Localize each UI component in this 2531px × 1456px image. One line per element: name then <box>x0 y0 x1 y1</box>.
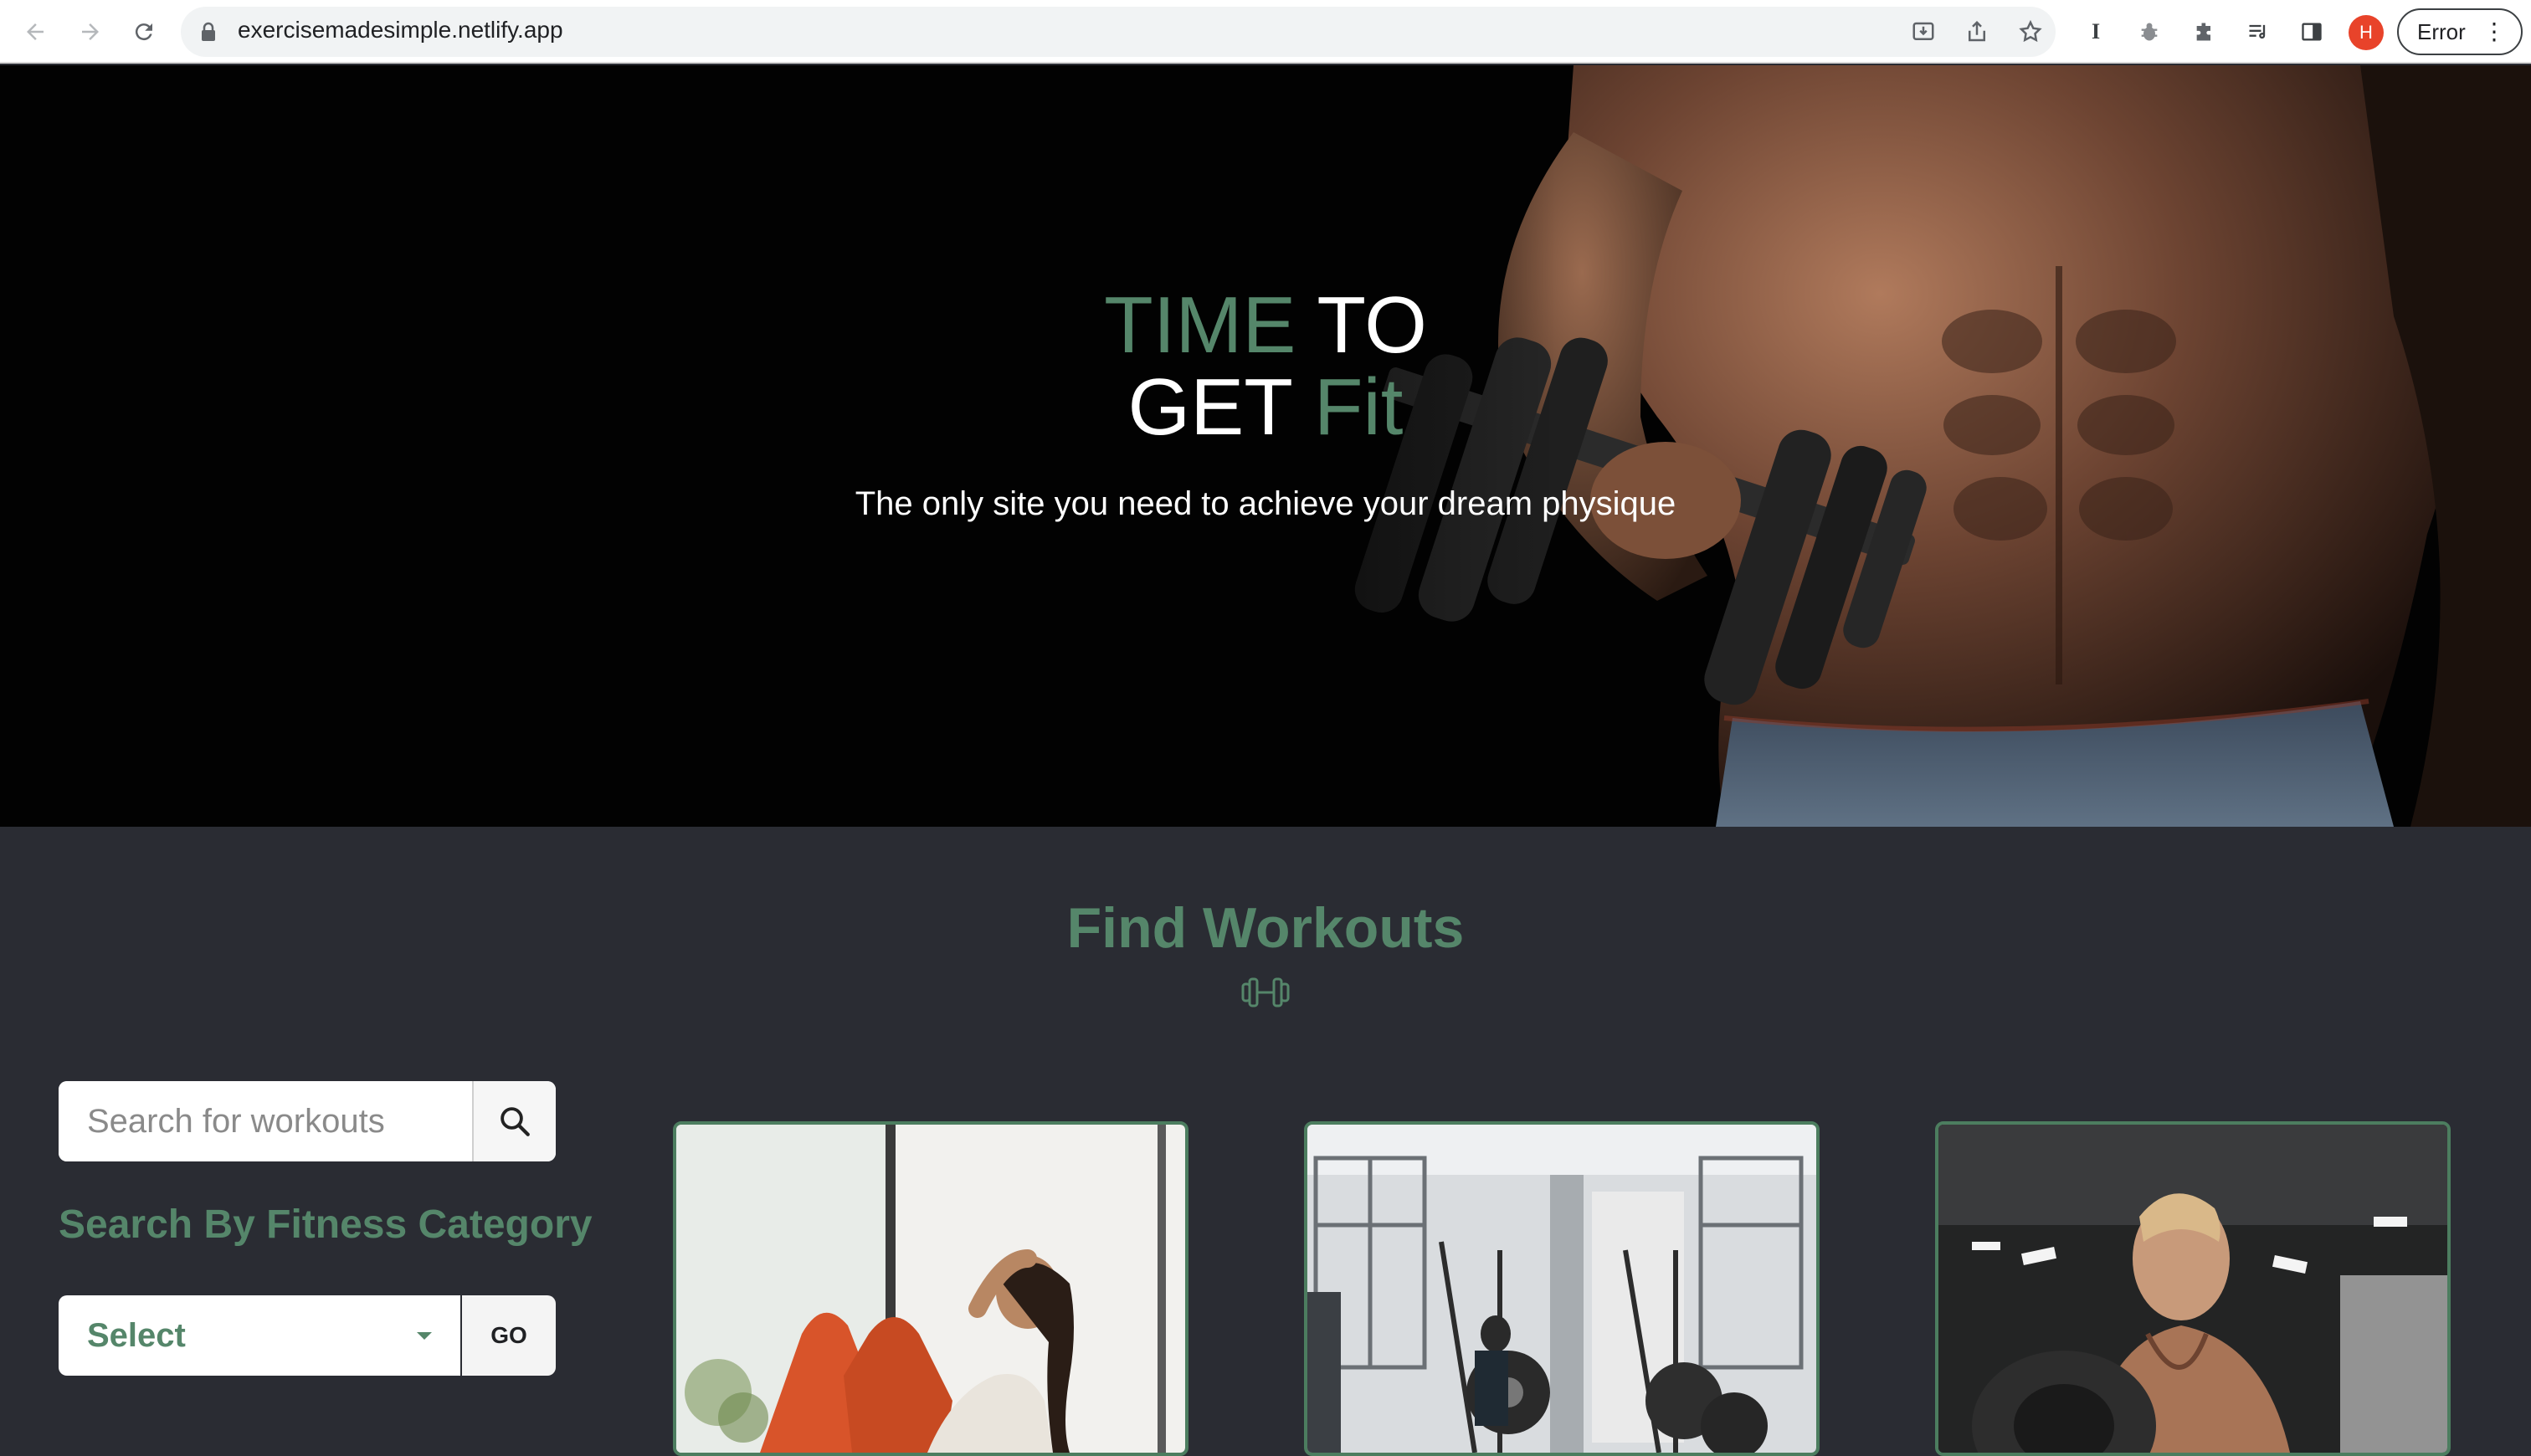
workout-card-image-gym <box>1307 1125 1816 1453</box>
dumbbell-icon <box>1240 976 1291 1009</box>
workout-card[interactable] <box>1304 1121 1820 1456</box>
hero-subtitle: The only site you need to achieve your d… <box>855 485 1676 522</box>
error-button[interactable]: Error ⋮ <box>2397 8 2523 55</box>
category-select[interactable]: Select <box>59 1295 460 1376</box>
hero-title: TIME TO GET Fit <box>837 285 1694 449</box>
profile-avatar[interactable]: H <box>2349 15 2384 50</box>
category-select-value: Select <box>87 1316 186 1354</box>
workout-card-image-lifter <box>1938 1125 2447 1453</box>
hero-title-time: TIME <box>1104 280 1296 370</box>
search-button[interactable] <box>472 1081 556 1161</box>
extension-i-icon[interactable]: I <box>2082 18 2109 45</box>
hero-title-line1: TIME TO <box>837 285 1694 367</box>
workout-card-image-situps <box>676 1125 1185 1453</box>
caret-down-icon <box>417 1332 432 1340</box>
forward-icon[interactable] <box>74 15 107 49</box>
url-text[interactable]: exercisemadesimple.netlify.app <box>238 17 563 44</box>
puzzle-extensions-icon[interactable] <box>2191 18 2218 45</box>
search-icon <box>501 1107 530 1136</box>
error-label: Error <box>2417 18 2466 44</box>
lock-icon <box>201 22 216 42</box>
workout-card[interactable] <box>1935 1121 2451 1456</box>
hero-title-line2: GET Fit <box>837 367 1694 449</box>
hero-title-to: TO <box>1317 280 1427 370</box>
find-workouts-title: Find Workouts <box>1066 896 1465 960</box>
workout-card[interactable] <box>673 1121 1188 1456</box>
search-input[interactable] <box>59 1081 472 1161</box>
back-icon[interactable] <box>18 15 52 49</box>
bug-extension-icon[interactable] <box>2136 18 2163 45</box>
category-title: Search By Fitness Category <box>59 1202 593 1247</box>
hero-banner: TIME TO GET Fit The only site you need t… <box>0 65 2531 827</box>
install-icon[interactable] <box>1910 18 1937 45</box>
workout-search <box>59 1081 556 1161</box>
kebab-menu-icon[interactable]: ⋮ <box>2482 20 2506 44</box>
reading-list-icon[interactable] <box>2245 18 2272 45</box>
hero-title-get: GET <box>1127 362 1292 452</box>
find-workouts-section: Find Workouts Search By Fitness Category… <box>0 827 2531 1456</box>
reload-icon[interactable] <box>127 15 161 49</box>
hero-title-fit: Fit <box>1313 362 1404 452</box>
browser-toolbar: exercisemadesimple.netlify.app I H Error… <box>0 0 2531 64</box>
go-button[interactable]: GO <box>462 1295 556 1376</box>
side-panel-icon[interactable] <box>2298 18 2325 45</box>
share-icon[interactable] <box>1964 18 1990 45</box>
bookmark-star-icon[interactable] <box>2017 18 2044 45</box>
